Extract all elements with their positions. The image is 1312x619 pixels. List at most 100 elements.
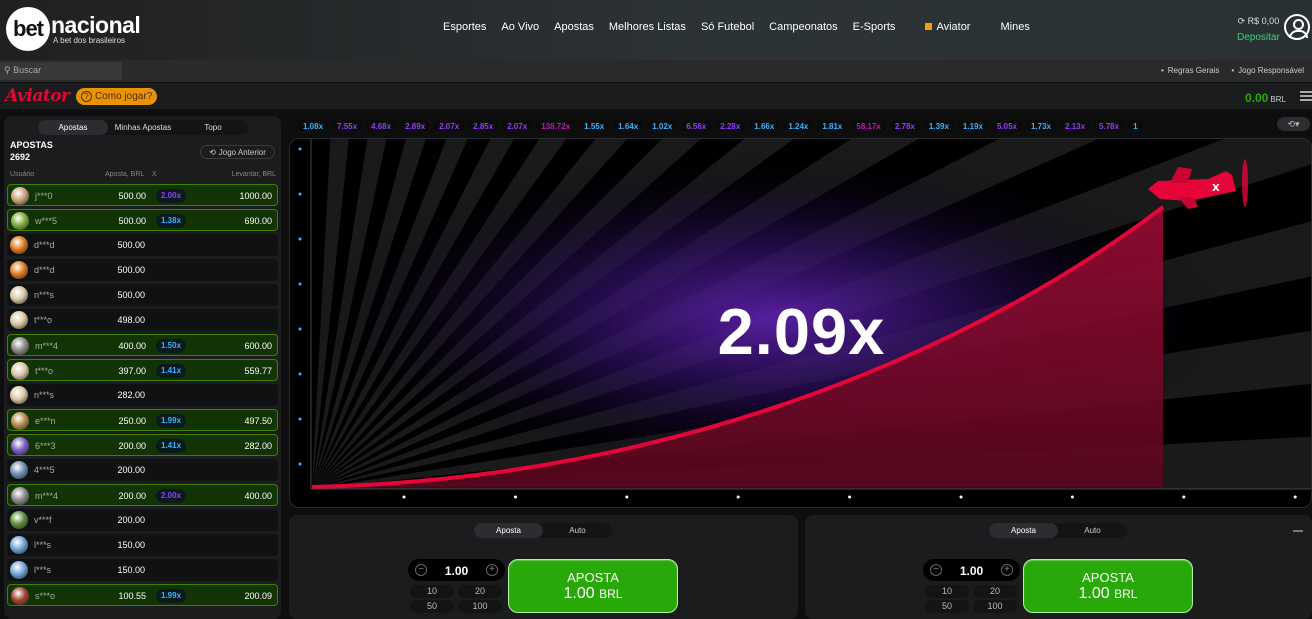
footer-links: Regras Gerais Jogo Responsável — [1161, 66, 1304, 75]
bet-row: m***4 400.00 1.50x 600.00 — [7, 334, 278, 356]
history-multiplier[interactable]: 7.55x — [332, 119, 363, 131]
bet-amount: 250.00 — [118, 416, 146, 426]
quick-stake-100[interactable]: 100 — [458, 600, 502, 613]
account-balance[interactable]: ⟳ R$ 0,00 — [1237, 16, 1280, 27]
bet-multiplier: 1.99x — [156, 589, 187, 603]
site-logo[interactable]: bet nacional A bet dos brasileiros — [6, 6, 141, 52]
history-multiplier[interactable]: 1.66x — [749, 119, 780, 131]
bet-row: l***s 150.00 — [7, 559, 278, 581]
bet-amount: 282.00 — [117, 390, 145, 400]
bets-title: APOSTAS — [10, 140, 53, 150]
nav-esportes[interactable]: Esportes — [443, 21, 486, 33]
history-multiplier[interactable]: 1.39x — [923, 119, 954, 131]
refresh-icon[interactable]: ⟳ — [1238, 16, 1246, 26]
history-multiplier[interactable]: 1.64x — [613, 119, 644, 131]
place-bet-button[interactable]: APOSTA 1.00 BRL — [1023, 559, 1193, 613]
history-multiplier[interactable]: 2.13x — [1060, 119, 1091, 131]
nav-campeonatos[interactable]: Campeonatos — [769, 21, 838, 33]
quick-stake-20[interactable]: 20 — [973, 585, 1017, 598]
quick-stake-20[interactable]: 20 — [458, 585, 502, 598]
avatar — [10, 536, 28, 554]
bet-cashout: 200.09 — [244, 591, 272, 601]
quick-stake-10[interactable]: 10 — [410, 585, 454, 598]
how-to-play-button[interactable]: ? Como jogar? — [76, 88, 158, 105]
history-multiplier[interactable]: 1.08x — [298, 119, 329, 131]
history-multiplier[interactable]: 1 — [1128, 119, 1143, 131]
link-regras-gerais[interactable]: Regras Gerais — [1161, 66, 1220, 75]
hamburger-menu-icon[interactable] — [1300, 91, 1312, 101]
bet-cashout: 1000.00 — [239, 191, 272, 201]
history-multiplier[interactable]: 5.05x — [991, 119, 1022, 131]
aviator-header — [0, 83, 1312, 110]
nav-e-sports-label: E-Sports — [852, 21, 896, 33]
game-balance-value: 0.00 — [1245, 91, 1269, 105]
history-multiplier[interactable]: 4.68x — [366, 119, 397, 131]
history-multiplier[interactable]: 1.19x — [957, 119, 988, 131]
bet-row: 6***3 200.00 1.41x 282.00 — [7, 434, 278, 456]
history-multiplier[interactable]: 1.55x — [579, 119, 610, 131]
nav-e-sports[interactable]: E-Sports — [853, 21, 911, 33]
history-multiplier[interactable]: 1.02x — [647, 119, 678, 131]
quick-stake-10[interactable]: 10 — [925, 585, 969, 598]
history-multiplier[interactable]: 2.89x — [400, 119, 431, 131]
bets-list: j***0 500.00 2.00x 1000.00 w***5 500.00 1.38x 6… — [7, 184, 278, 609]
history-multiplier[interactable]: 58.17x — [851, 119, 886, 131]
history-multiplier[interactable]: 1.73x — [1025, 119, 1057, 131]
history-multiplier[interactable]: 6.56x — [681, 119, 712, 131]
bet-cashout: 690.00 — [244, 216, 272, 226]
col-bet: Aposta, BRL — [105, 171, 145, 178]
plus-icon[interactable]: + — [486, 564, 498, 576]
nav-apostas[interactable]: Apostas — [554, 21, 594, 33]
history-multiplier[interactable]: 2.07x — [434, 119, 465, 131]
place-bet-currency: BRL — [1114, 587, 1138, 601]
nav-aviator[interactable]: Aviator — [925, 21, 985, 33]
quick-stake-50[interactable]: 50 — [410, 600, 454, 613]
search-placeholder: Buscar — [13, 65, 42, 75]
history-multiplier[interactable]: 2.28x — [715, 119, 746, 131]
history-toggle-button[interactable]: ⟲ ▾ — [1277, 117, 1310, 131]
history-multiplier[interactable]: 2.78x — [889, 119, 920, 131]
previous-round-button[interactable]: ⟲ Jogo Anterior — [200, 145, 275, 159]
tab-aposta[interactable]: Aposta — [989, 523, 1058, 538]
bet-multiplier: 1.38x — [156, 214, 187, 228]
user-profile-icon[interactable] — [1284, 14, 1310, 40]
history-multiplier[interactable]: 2.07x — [502, 119, 533, 131]
history-multiplier[interactable]: 138.72x — [536, 119, 576, 131]
history-multiplier[interactable]: 1.24x — [783, 119, 814, 131]
quick-stake-100[interactable]: 100 — [973, 600, 1017, 613]
history-multiplier[interactable]: 5.78x — [1094, 119, 1125, 131]
tab-auto[interactable]: Auto — [1058, 523, 1127, 538]
x-axis-dot — [959, 495, 963, 499]
history-multiplier[interactable]: 1.81x — [817, 119, 848, 131]
tab-topo[interactable]: Topo — [178, 120, 248, 135]
col-cashout: Levantar, BRL — [231, 171, 276, 178]
site-header: bet nacional A bet dos brasileiros Espor… — [0, 0, 1312, 60]
previous-round-label: Jogo Anterior — [218, 147, 266, 157]
deposit-link[interactable]: Depositar — [1237, 32, 1280, 43]
quick-stake-50[interactable]: 50 — [925, 600, 969, 613]
bet-panel-1: Aposta Auto − 1.00 + 10 20 50 100 APOSTA… — [289, 515, 798, 619]
nav-ao-vivo[interactable]: Ao Vivo — [501, 21, 539, 33]
link-jogo-responsavel[interactable]: Jogo Responsável — [1231, 66, 1304, 75]
nav-mines[interactable]: Mines — [1000, 21, 1029, 33]
plus-icon[interactable]: + — [1001, 564, 1013, 576]
bet-row: t***o 397.00 1.41x 559.77 — [7, 359, 278, 381]
nav-so-futebol[interactable]: Só Futebol — [701, 21, 754, 33]
tab-minhas-apostas[interactable]: Minhas Apostas — [108, 120, 178, 135]
nav-melhores-listas[interactable]: Melhores Listas — [609, 21, 686, 33]
bet-amount: 400.00 — [118, 341, 146, 351]
place-bet-amount: 1.00 BRL — [1024, 585, 1192, 603]
tab-aposta[interactable]: Aposta — [474, 523, 543, 538]
tab-apostas[interactable]: Apostas — [38, 120, 108, 135]
bet-row: s***o 100.55 1.99x 200.09 — [7, 584, 278, 606]
remove-panel-icon[interactable] — [1293, 530, 1303, 532]
bet-user: 4***5 — [34, 465, 55, 475]
bet-amount: 500.00 — [117, 240, 145, 250]
tab-auto[interactable]: Auto — [543, 523, 612, 538]
place-bet-button[interactable]: APOSTA 1.00 BRL — [508, 559, 678, 613]
bet-row: j***0 500.00 2.00x 1000.00 — [7, 184, 278, 206]
history-icon: ⟲ — [209, 147, 216, 157]
history-multiplier[interactable]: 2.85x — [468, 119, 499, 131]
search-input[interactable]: ⚲ Buscar — [0, 62, 122, 80]
bet-user: j***0 — [35, 191, 53, 201]
